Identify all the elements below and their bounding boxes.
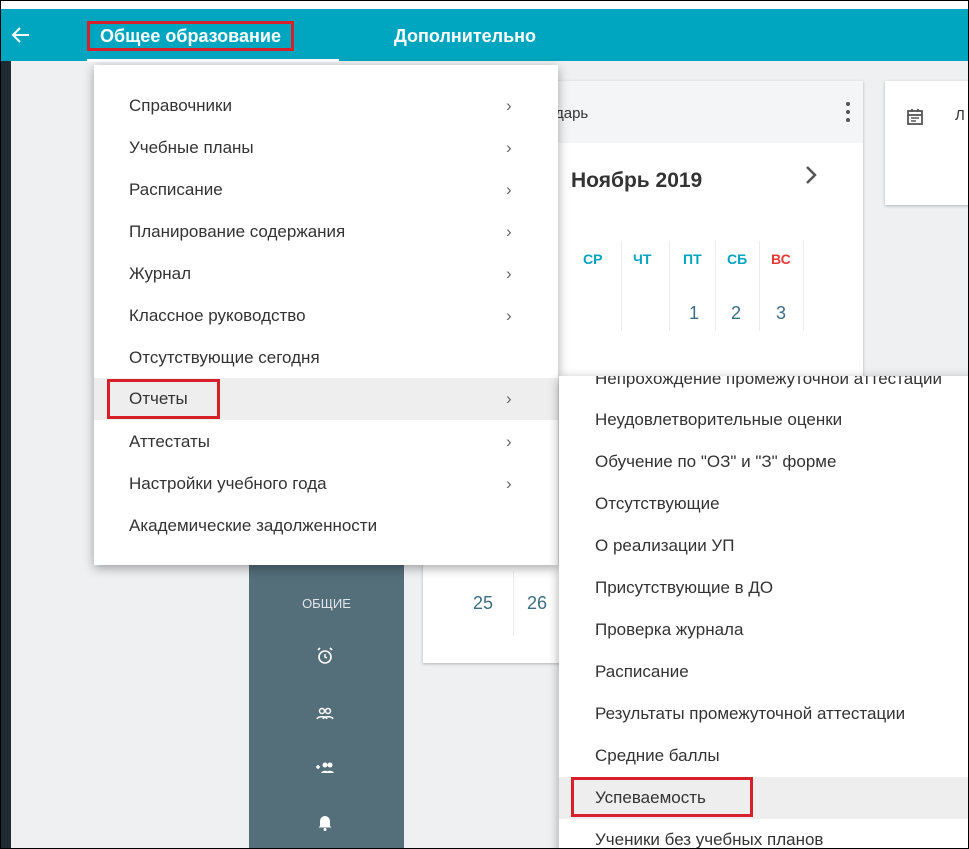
calendar-day[interactable]: 26	[527, 593, 547, 614]
menu-item-label: Планирование содержания	[129, 222, 346, 241]
submenu-item-performance[interactable]: Успеваемость	[559, 777, 968, 819]
more-vertical-icon[interactable]	[841, 99, 855, 125]
dark-side-navigation: ОБЩИЕ	[249, 556, 404, 848]
chevron-right-icon: ›	[506, 474, 512, 493]
add-group-icon[interactable]	[313, 756, 337, 780]
menu-item-directories[interactable]: Справочники ›	[94, 85, 558, 127]
alarm-clock-icon[interactable]	[313, 644, 337, 668]
side-card-title: Л	[955, 107, 965, 124]
submenu-item[interactable]: Результаты промежуточной аттестации	[559, 693, 968, 735]
menu-item-content-planning[interactable]: Планирование содержания ›	[94, 211, 558, 253]
weekday-sun: ВС	[771, 251, 791, 267]
grid-line	[621, 241, 622, 331]
reports-submenu: Непрохождение промежуточной аттестации Н…	[559, 376, 968, 849]
menu-item-label: Академические задолженности	[129, 516, 378, 535]
submenu-item-label: Ученики без учебных планов	[595, 830, 824, 849]
grid-line	[513, 571, 514, 636]
submenu-item-label: Неудовлетворительные оценки	[595, 410, 843, 429]
chevron-right-icon: ›	[506, 222, 512, 241]
menu-item-label: Классное руководство	[129, 306, 306, 325]
menu-item-academic-debts[interactable]: Академические задолженности	[94, 505, 558, 547]
menu-item-journal[interactable]: Журнал ›	[94, 253, 558, 295]
chevron-right-icon: ›	[506, 389, 512, 408]
submenu-item[interactable]: О реализации УП	[559, 525, 968, 567]
back-arrow-icon[interactable]	[9, 23, 33, 47]
submenu-item[interactable]: Присутствующие в ДО	[559, 567, 968, 609]
calendar-card-title: дарь	[555, 105, 589, 122]
menu-item-school-year-settings[interactable]: Настройки учебного года ›	[94, 463, 558, 505]
weekday-wed: СР	[583, 251, 603, 267]
caption-strip	[1, 1, 968, 9]
chevron-right-icon: ›	[506, 180, 512, 199]
submenu-item-label: Обучение по "ОЗ" и "З" форме	[595, 452, 837, 471]
weekday-sat: СБ	[727, 251, 748, 267]
calendar-icon	[907, 109, 923, 125]
chevron-right-icon: ›	[506, 96, 512, 115]
menu-item-absent-today[interactable]: Отсутствующие сегодня	[94, 337, 558, 379]
app-window: Общее образование Дополнительно дарь Ноя…	[0, 0, 969, 849]
grid-line	[715, 241, 716, 331]
submenu-item-label: Отсутствующие	[595, 494, 720, 513]
submenu-item-label: Результаты промежуточной аттестации	[595, 704, 906, 723]
tab-general-education[interactable]: Общее образование	[87, 21, 294, 51]
submenu-item[interactable]: Проверка журнала	[559, 609, 968, 651]
top-navigation-bar: Общее образование Дополнительно	[1, 9, 968, 61]
calendar-month-label: Ноябрь 2019	[571, 169, 703, 192]
calendar-day[interactable]: 25	[473, 593, 493, 614]
calendar-day[interactable]: 2	[731, 303, 741, 324]
active-tab-indicator	[87, 59, 339, 62]
submenu-item[interactable]: Средние баллы	[559, 735, 968, 777]
menu-item-schedule[interactable]: Расписание ›	[94, 169, 558, 211]
bell-icon[interactable]	[313, 810, 337, 834]
submenu-item-label: Средние баллы	[595, 746, 720, 765]
submenu-item[interactable]: Расписание	[559, 651, 968, 693]
grid-line	[759, 241, 760, 331]
submenu-item-label: Расписание	[595, 662, 689, 681]
submenu-item[interactable]: Непрохождение промежуточной аттестации	[559, 376, 968, 400]
menu-item-label: Учебные планы	[129, 138, 254, 157]
weekday-fri: ПТ	[683, 251, 702, 267]
menu-item-label: Журнал	[129, 264, 192, 283]
submenu-item[interactable]: Отсутствующие	[559, 483, 968, 525]
menu-item-label: Отсутствующие сегодня	[129, 348, 320, 367]
tab-additional[interactable]: Дополнительно	[394, 21, 536, 51]
calendar-day[interactable]: 1	[689, 303, 699, 324]
nav-section-label: ОБЩИЕ	[302, 596, 351, 611]
menu-item-label: Справочники	[129, 96, 232, 115]
submenu-item[interactable]: Обучение по "ОЗ" и "З" форме	[559, 441, 968, 483]
menu-item-class-management[interactable]: Классное руководство ›	[94, 295, 558, 337]
chevron-right-icon[interactable]	[799, 163, 823, 187]
grid-line	[803, 241, 804, 331]
chevron-right-icon: ›	[506, 306, 512, 325]
submenu-item[interactable]: Неудовлетворительные оценки	[559, 399, 968, 441]
menu-item-label: Аттестаты	[129, 432, 210, 451]
chevron-right-icon: ›	[506, 432, 512, 451]
submenu-item-label: Успеваемость	[595, 788, 706, 807]
chevron-right-icon: ›	[506, 264, 512, 283]
menu-item-label: Расписание	[129, 180, 223, 199]
submenu-item-label: О реализации УП	[595, 536, 735, 555]
weekday-thu: ЧТ	[633, 251, 652, 267]
menu-item-certificates[interactable]: Аттестаты ›	[94, 421, 558, 463]
submenu-item-label: Присутствующие в ДО	[595, 578, 774, 597]
general-education-dropdown: Справочники › Учебные планы › Расписание…	[94, 65, 558, 565]
menu-item-curricula[interactable]: Учебные планы ›	[94, 127, 558, 169]
submenu-item-label: Непрохождение промежуточной аттестации	[595, 376, 942, 388]
left-side-panel	[1, 61, 11, 848]
submenu-item-label: Проверка журнала	[595, 620, 744, 639]
chevron-right-icon: ›	[506, 138, 512, 157]
menu-item-label: Отчеты	[129, 389, 188, 408]
side-card: Л	[885, 81, 968, 205]
menu-item-reports[interactable]: Отчеты ›	[94, 378, 558, 420]
group-icon[interactable]	[313, 702, 337, 726]
submenu-item[interactable]: Ученики без учебных планов	[559, 819, 968, 849]
calendar-day[interactable]: 3	[776, 303, 786, 324]
grid-line	[669, 241, 670, 331]
menu-item-label: Настройки учебного года	[129, 474, 327, 493]
